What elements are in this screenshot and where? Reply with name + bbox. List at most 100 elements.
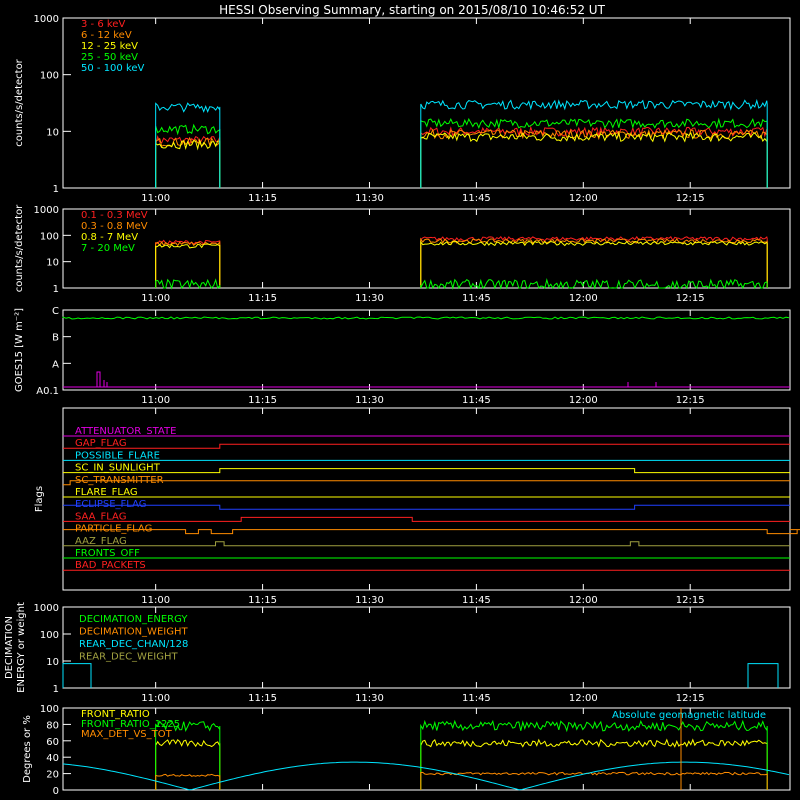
lo-legend-entry: 50 - 100 keV [81,63,145,74]
flags-trace [63,468,790,474]
dec-ytick-label: 100 [40,630,59,641]
hi-series-line [420,277,768,290]
flags-label: ATTENUATOR_STATE [75,426,176,437]
dec-ytick-label: 1 [53,684,59,695]
goes-frame [62,309,791,391]
ratio-latitude-line [62,761,790,791]
hi-frame [62,208,791,289]
dec-legend-entry: REAR_DEC_CHAN/128 [79,639,188,650]
hi-ytick-label: 100 [40,231,59,242]
lo-legend-entry: 6 - 12 keV [81,30,132,41]
dec-xtick-label: 11:15 [248,693,277,704]
hi-ytick-label: 1000 [34,205,59,216]
goes-short-line [63,371,790,388]
lo-ytick-label: 10 [46,127,59,138]
flags-trace [63,516,790,522]
flags-trace [63,541,790,547]
lo-legend-entry: 12 - 25 keV [81,41,138,52]
dec-segment-right [747,663,779,688]
lo-xtick-label: 11:00 [141,193,170,204]
goes-ytick-label: A0.1 [36,386,59,397]
lo-series-line [420,128,768,188]
flags-label: AAZ_FLAG [75,536,127,547]
dec-xtick-label: 11:30 [355,693,384,704]
goes-xtick-label: 11:45 [462,395,491,406]
hi-xtick-label: 11:00 [141,293,170,304]
lo-ytick-label: 1 [53,184,59,195]
dec-xtick-label: 11:45 [462,693,491,704]
hi-xtick-label: 11:30 [355,293,384,304]
flags-ylabel: Flags [34,486,45,512]
lo-series-line [155,123,221,188]
hi-series-line [420,237,768,288]
ratio-series-line [420,719,768,790]
ratio-series-line [155,773,221,790]
flags-label: BAD_PACKETS [75,560,146,571]
hi-xtick-label: 11:15 [248,293,277,304]
goes-xtick-label: 12:15 [676,395,705,406]
ratio-ytick-label: 80 [46,720,59,731]
ratio-ytick-label: 20 [46,770,59,781]
flags-label: SC_TRANSMITTER [75,475,164,486]
lo-legend-entry: 25 - 50 keV [81,52,138,63]
flags-label: FRONTS_OFF [75,548,140,559]
dec-legend-entry: REAR_DEC_WEIGHT [79,652,178,663]
ratio-series-line [420,771,768,790]
ratio-ylabel: Degrees or % [22,715,33,783]
lo-xtick-label: 11:30 [355,193,384,204]
hi-legend-entry: 0.3 - 0.8 MeV [81,221,148,232]
hi-legend-entry: 7 - 20 MeV [81,243,135,254]
lo-xtick-label: 12:00 [569,193,598,204]
hi-series-line [155,278,221,290]
ratio-ytick-label: 40 [46,753,59,764]
flags-trace [63,480,790,486]
chart-title: HESSI Observing Summary, starting on 201… [219,3,605,17]
hi-legend-entry: 0.1 - 0.3 MeV [81,210,148,221]
dec-ylabel-line1: DECIMATION [4,616,15,679]
dec-legend-entry: DECIMATION_ENERGY [79,614,188,625]
ratio-legend-entry: MAX_DET_VS_TOT [81,729,173,740]
lo-series-line [420,98,768,188]
goes-xtick-label: 11:30 [355,395,384,406]
ratio-right-label: Absolute geomagnetic latitude [612,710,766,721]
flags-xtick-label: 12:00 [569,595,598,606]
hi-xtick-label: 12:00 [569,293,598,304]
goes-ytick-label: C [52,306,59,317]
ratio-ytick-label: 60 [46,737,59,748]
goes-ytick-label: A [52,359,59,370]
dec-ytick-label: 10 [46,657,59,668]
lo-ytick-label: 100 [40,71,59,82]
lo-ytick-label: 1000 [34,14,59,25]
goes-xtick-label: 11:15 [248,395,277,406]
hi-ytick-label: 10 [46,258,59,269]
lo-series-line [420,131,768,188]
hi-series-line [420,240,768,288]
ratio-ytick-label: 100 [40,704,59,715]
lo-xtick-label: 11:15 [248,193,277,204]
flags-trace [63,504,790,510]
lo-xtick-label: 12:15 [676,193,705,204]
flags-xtick-label: 11:30 [355,595,384,606]
lo-xtick-label: 11:45 [462,193,491,204]
dec-xtick-label: 12:15 [676,693,705,704]
hi-legend-entry: 0.8 - 7 MeV [81,232,138,243]
hi-xtick-label: 12:15 [676,293,705,304]
ratio-ytick-label: 0 [53,786,59,797]
hi-ylabel: counts/s/detector [14,204,25,292]
dec-xtick-label: 12:00 [569,693,598,704]
lo-ylabel: counts/s/detector [14,58,25,146]
hi-ytick-label: 1 [53,284,59,295]
ratio-series-line [155,739,221,790]
goes-xtick-label: 11:00 [141,395,170,406]
flags-label: FLARE_FLAG [75,487,138,498]
goes-long-line [62,316,790,320]
goes-ytick-label: B [52,333,59,344]
dec-segment-left [62,663,92,688]
flags-xtick-label: 11:45 [462,595,491,606]
hi-xtick-label: 11:45 [462,293,491,304]
lo-legend-entry: 3 - 6 keV [81,19,125,30]
flags-xtick-label: 11:00 [141,595,170,606]
flags-label: ECLIPSE_FLAG [75,499,146,510]
flags-xtick-label: 11:15 [248,595,277,606]
lo-series-line [155,138,221,188]
